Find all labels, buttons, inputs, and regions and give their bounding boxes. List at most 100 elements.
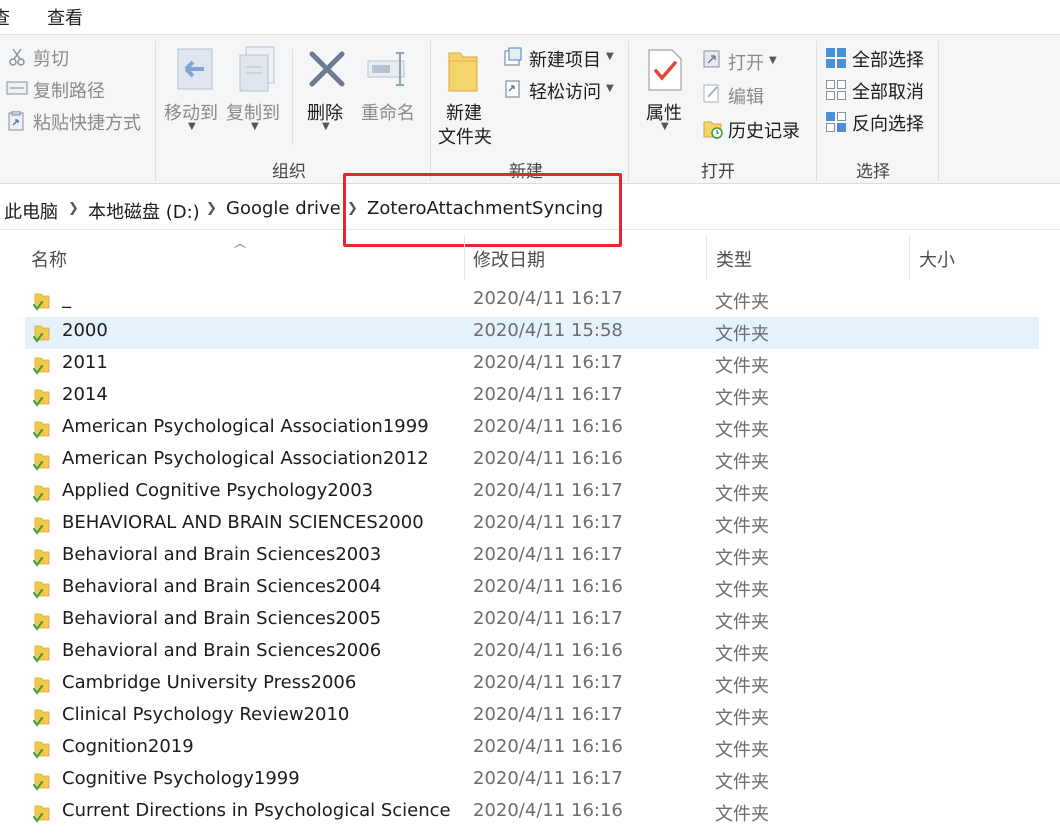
table-row[interactable]: Behavioral and Brain Sciences2005 2020/4/… <box>25 605 1039 637</box>
new-folder-label-2[interactable]: 文件夹 <box>438 123 492 149</box>
file-date-modified: 2020/4/11 16:17 <box>473 544 623 565</box>
move-to-dropdown-icon[interactable]: ▼ <box>188 121 196 132</box>
edit-icon <box>703 84 719 103</box>
file-type: 文件夹 <box>715 548 769 569</box>
table-row[interactable]: American Psychological Association2012 20… <box>25 445 1039 477</box>
column-type[interactable]: 类型 <box>716 246 752 272</box>
table-row[interactable]: Behavioral and Brain Sciences2004 2020/4/… <box>25 573 1039 605</box>
file-name[interactable]: _ <box>62 288 452 309</box>
column-name[interactable]: 名称 <box>31 246 67 272</box>
synced-folder-icon <box>33 645 50 663</box>
sort-up-icon: ︿ <box>234 236 247 250</box>
column-size[interactable]: 大小 <box>919 246 955 272</box>
file-name[interactable]: Cambridge University Press2006 <box>62 672 452 693</box>
copy-path-button[interactable]: 复制路径 <box>33 77 105 103</box>
table-row[interactable]: 2000 2020/4/11 15:58 文件夹 <box>25 317 1039 349</box>
table-row[interactable]: BEHAVIORAL AND BRAIN SCIENCES2000 2020/4/… <box>25 509 1039 541</box>
select-group-label: 选择 <box>856 162 890 182</box>
new-item-dropdown-icon[interactable]: ▼ <box>606 51 614 62</box>
synced-folder-icon <box>33 453 50 471</box>
table-row[interactable]: 2011 2020/4/11 16:17 文件夹 <box>25 349 1039 381</box>
invert-selection-button[interactable]: 反向选择 <box>852 110 924 136</box>
properties-dropdown-icon[interactable]: ▼ <box>661 121 669 132</box>
open-group-label: 打开 <box>701 162 735 182</box>
delete-dropdown-icon[interactable]: ▼ <box>322 121 330 132</box>
file-name[interactable]: Cognition2019 <box>62 736 452 757</box>
open-icon <box>703 50 720 68</box>
breadcrumb-chevron-icon[interactable]: ❯ <box>68 201 79 216</box>
easy-access-button[interactable]: 轻松访问 <box>529 78 601 104</box>
file-name[interactable]: Clinical Psychology Review2010 <box>62 704 452 725</box>
file-name[interactable]: 2011 <box>62 352 452 373</box>
table-row[interactable]: Clinical Psychology Review2010 2020/4/11 … <box>25 701 1039 733</box>
open-dropdown-icon[interactable]: ▼ <box>769 55 777 66</box>
file-date-modified: 2020/4/11 16:17 <box>473 512 623 533</box>
select-all-icon <box>826 48 846 68</box>
select-none-button[interactable]: 全部取消 <box>852 78 924 104</box>
new-folder-label-1[interactable]: 新建 <box>446 99 482 125</box>
column-header: ︿ 名称 修改日期 类型 大小 <box>0 232 1060 282</box>
file-date-modified: 2020/4/11 16:17 <box>473 768 623 789</box>
copy-to-dropdown-icon[interactable]: ▼ <box>251 121 259 132</box>
table-row[interactable]: Current Directions in Psychological Scie… <box>25 797 1039 829</box>
tab-view[interactable]: 查看 <box>47 4 83 30</box>
table-row[interactable]: Behavioral and Brain Sciences2006 2020/4/… <box>25 637 1039 669</box>
file-name[interactable]: American Psychological Association2012 <box>62 448 452 469</box>
file-name[interactable]: 2014 <box>62 384 452 405</box>
breadcrumb-local-disk[interactable]: 本地磁盘 (D:) <box>88 198 200 224</box>
select-all-button[interactable]: 全部选择 <box>852 46 924 72</box>
synced-folder-icon <box>33 773 50 791</box>
synced-folder-icon <box>33 549 50 567</box>
file-type: 文件夹 <box>715 772 769 793</box>
file-name[interactable]: 2000 <box>62 320 452 341</box>
new-item-button[interactable]: 新建项目 <box>529 46 601 72</box>
breadcrumb-chevron-icon[interactable]: ❯ <box>206 201 217 216</box>
file-type: 文件夹 <box>715 484 769 505</box>
file-name[interactable]: Cognitive Psychology1999 <box>62 768 452 789</box>
open-button[interactable]: 打开 <box>728 49 764 75</box>
easy-access-dropdown-icon[interactable]: ▼ <box>606 83 614 94</box>
table-row[interactable]: Applied Cognitive Psychology2003 2020/4/1… <box>25 477 1039 509</box>
synced-folder-icon <box>33 517 50 535</box>
breadcrumb-this-pc[interactable]: 此电脑 <box>4 198 58 224</box>
file-name[interactable]: BEHAVIORAL AND BRAIN SCIENCES2000 <box>62 512 452 533</box>
file-type: 文件夹 <box>715 420 769 441</box>
table-row[interactable]: Cognitive Psychology1999 2020/4/11 16:17 文… <box>25 765 1039 797</box>
table-row[interactable]: Cognition2019 2020/4/11 16:16 文件夹 <box>25 733 1039 765</box>
table-row[interactable]: Behavioral and Brain Sciences2003 2020/4/… <box>25 541 1039 573</box>
file-name[interactable]: Behavioral and Brain Sciences2005 <box>62 608 452 629</box>
table-row[interactable]: Cambridge University Press2006 2020/4/11 … <box>25 669 1039 701</box>
file-name[interactable]: Behavioral and Brain Sciences2004 <box>62 576 452 597</box>
synced-folder-icon <box>33 741 50 759</box>
rename-button[interactable]: 重命名 <box>361 99 415 125</box>
tab-partial[interactable]: 查 <box>0 4 10 30</box>
file-date-modified: 2020/4/11 16:17 <box>473 288 623 309</box>
file-date-modified: 2020/4/11 16:17 <box>473 704 623 725</box>
file-name[interactable]: Behavioral and Brain Sciences2003 <box>62 544 452 565</box>
file-name[interactable]: American Psychological Association1999 <box>62 416 452 437</box>
file-date-modified: 2020/4/11 16:16 <box>473 640 623 661</box>
file-name[interactable]: Behavioral and Brain Sciences2006 <box>62 640 452 661</box>
synced-folder-icon <box>33 677 50 695</box>
table-row[interactable]: 2014 2020/4/11 16:17 文件夹 <box>25 381 1039 413</box>
file-date-modified: 2020/4/11 16:16 <box>473 576 623 597</box>
cut-button[interactable]: 剪切 <box>33 45 69 71</box>
file-name[interactable]: Applied Cognitive Psychology2003 <box>62 480 452 501</box>
organize-group-label: 组织 <box>272 162 306 182</box>
paste-shortcut-button[interactable]: 粘贴快捷方式 <box>33 109 141 135</box>
edit-button[interactable]: 编辑 <box>728 83 764 109</box>
file-name[interactable]: Current Directions in Psychological Scie… <box>62 800 452 821</box>
copy-path-icon <box>6 81 28 95</box>
table-row[interactable]: _ 2020/4/11 16:17 文件夹 <box>25 285 1039 317</box>
synced-folder-icon <box>33 581 50 599</box>
history-button[interactable]: 历史记录 <box>728 117 800 143</box>
synced-folder-icon <box>33 293 50 311</box>
delete-icon <box>309 51 345 87</box>
synced-folder-icon <box>33 325 50 343</box>
synced-folder-icon <box>33 709 50 727</box>
invert-selection-icon <box>826 112 846 132</box>
table-row[interactable]: American Psychological Association1999 20… <box>25 413 1039 445</box>
breadcrumb-google-drive[interactable]: Google drive <box>226 198 341 219</box>
paste-shortcut-icon <box>8 111 24 131</box>
column-date-modified[interactable]: 修改日期 <box>473 246 545 272</box>
